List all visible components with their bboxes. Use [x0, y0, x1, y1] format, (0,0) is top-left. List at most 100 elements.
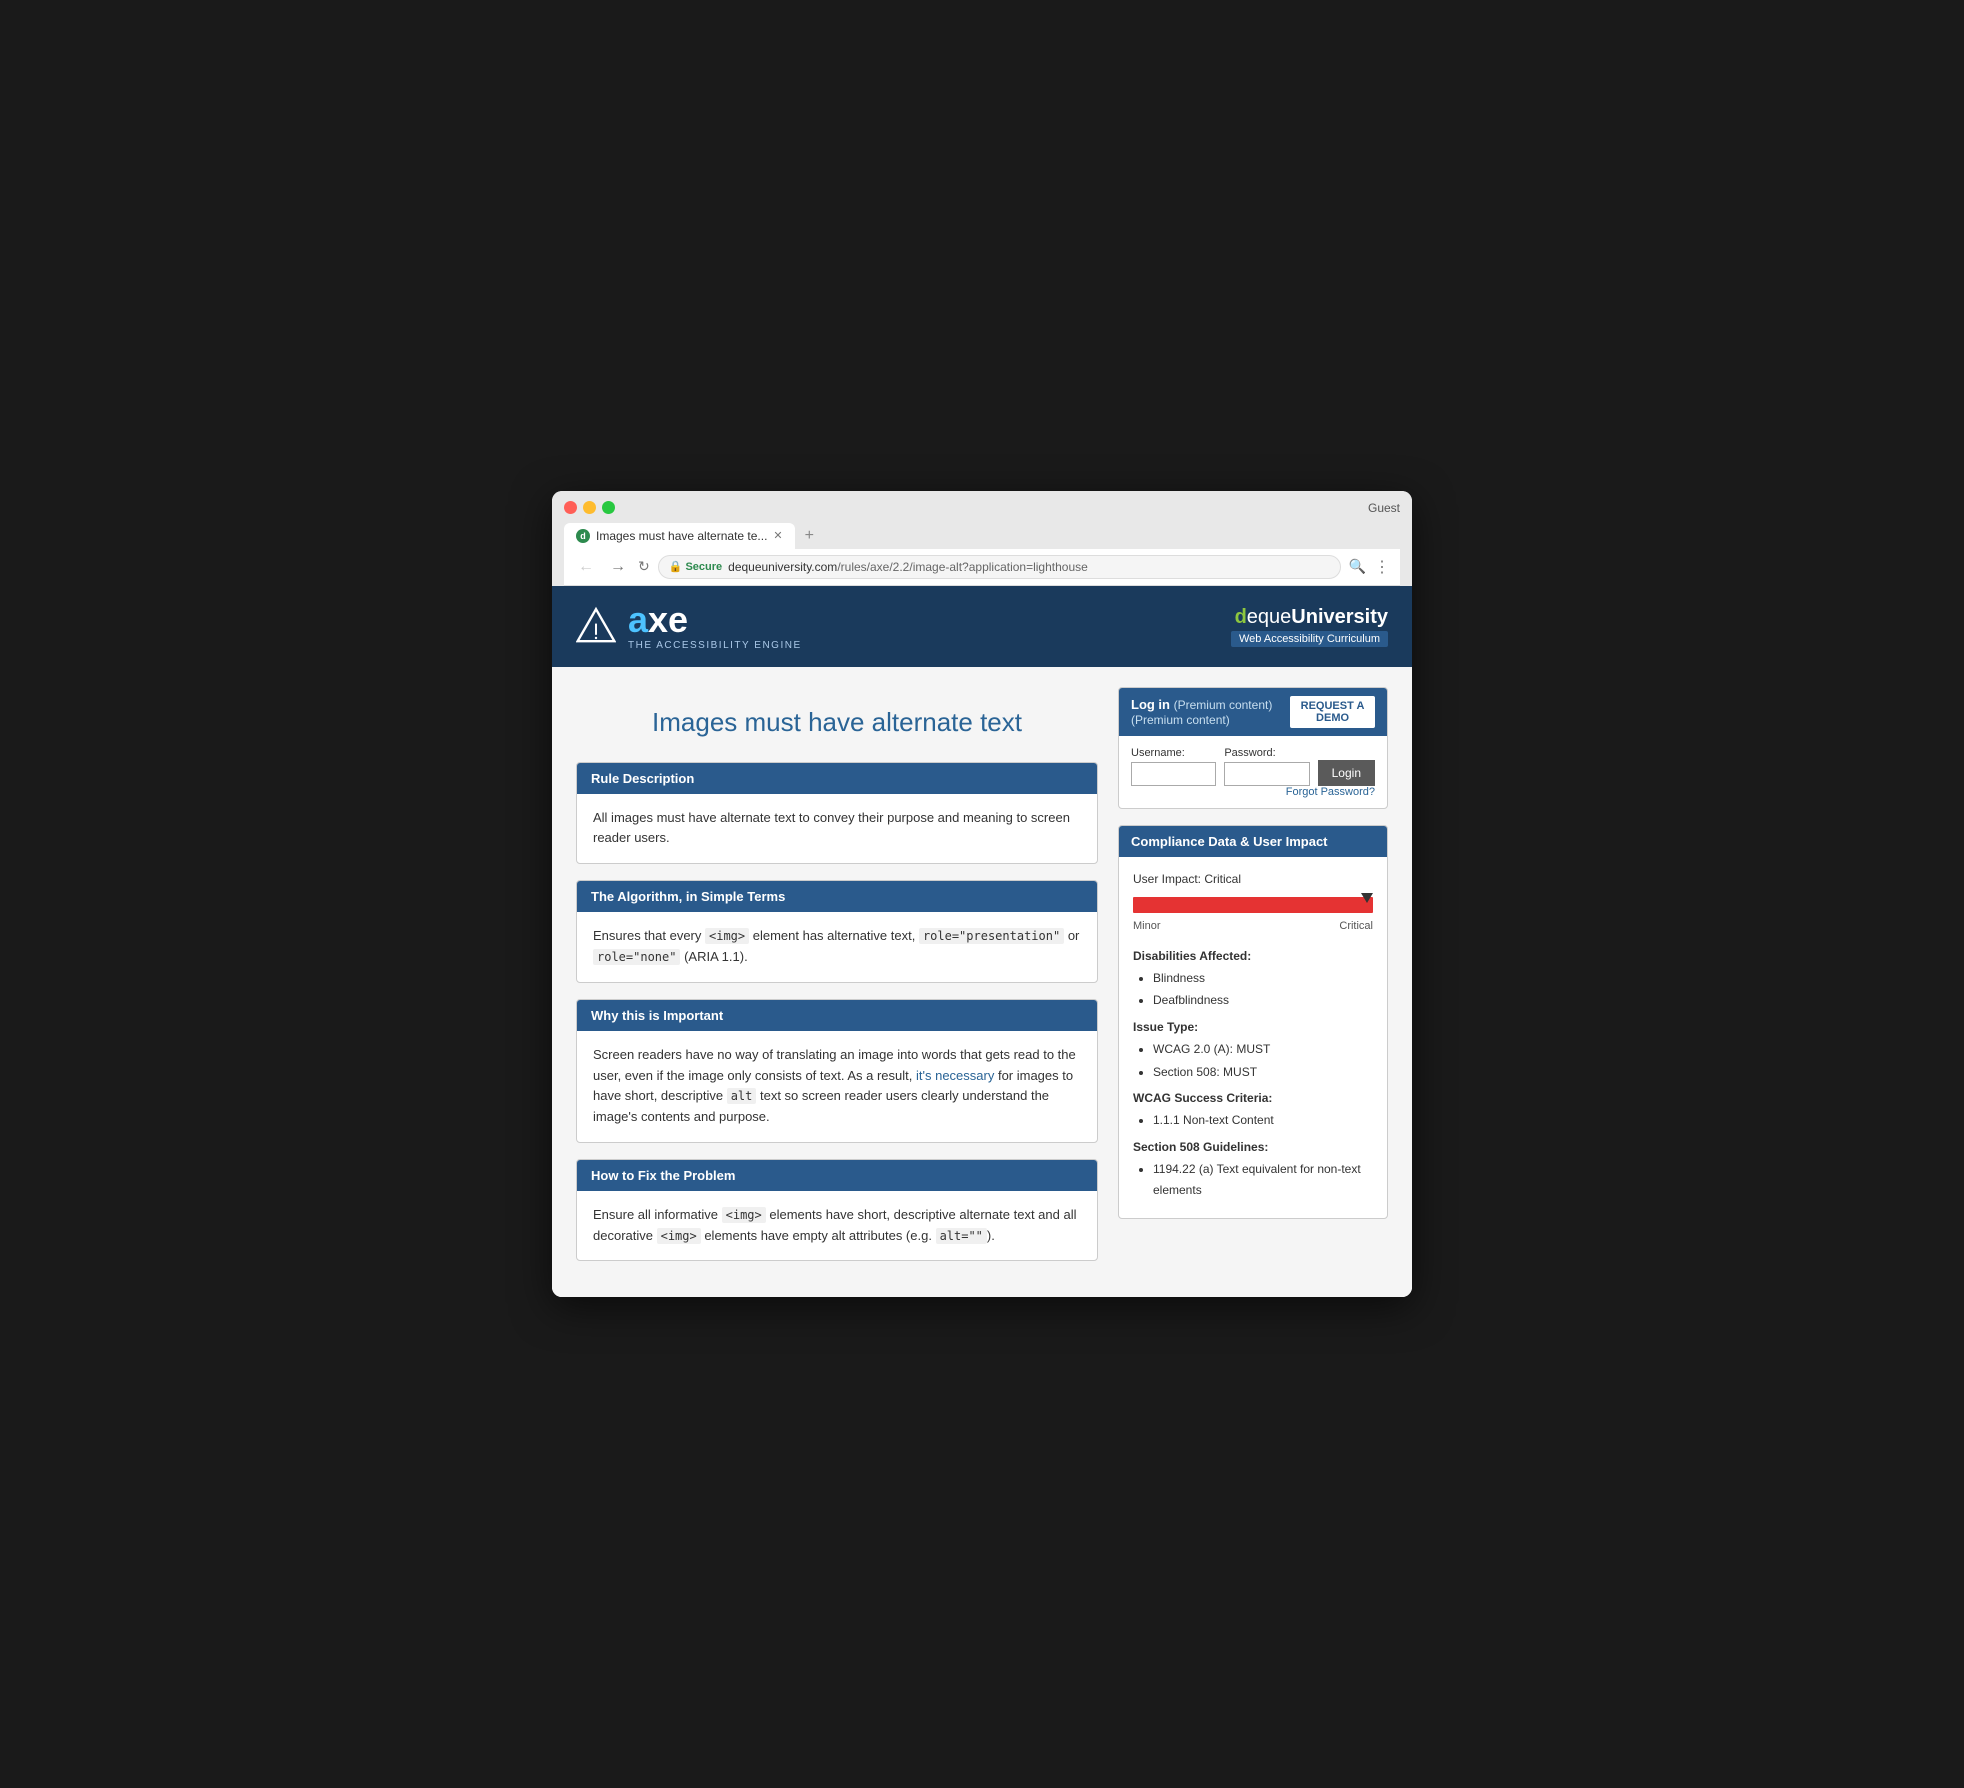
main-content: Images must have alternate text Rule Des…: [552, 667, 1412, 1298]
secure-badge: 🔒 Secure: [669, 560, 722, 573]
username-input[interactable]: [1131, 762, 1216, 786]
logo-text-group: axe THE ACCESSIBILITY ENGINE: [628, 602, 802, 651]
list-item: 1.1.1 Non-text Content: [1153, 1110, 1373, 1130]
tab-favicon-icon: d: [576, 529, 590, 543]
impact-bar: [1133, 897, 1373, 913]
tab-title: Images must have alternate te...: [596, 529, 767, 543]
tab-close-button[interactable]: ✕: [773, 529, 782, 542]
page-title: Images must have alternate text: [576, 707, 1098, 738]
why-important-header: Why this is Important: [577, 1000, 1097, 1031]
its-necessary-link[interactable]: it's necessary: [916, 1068, 994, 1083]
how-to-fix-section: How to Fix the Problem Ensure all inform…: [576, 1159, 1098, 1262]
algorithm-section: The Algorithm, in Simple Terms Ensures t…: [576, 880, 1098, 983]
window-buttons: [564, 501, 615, 514]
right-column: Log in (Premium content) (Premium conten…: [1118, 687, 1388, 1278]
login-form: Username: Password: Login: [1131, 746, 1375, 786]
logo-tagline: THE ACCESSIBILITY ENGINE: [628, 640, 802, 651]
secure-label: Secure: [685, 561, 722, 573]
login-panel: Log in (Premium content) (Premium conten…: [1118, 687, 1388, 809]
login-panel-header: Log in (Premium content) (Premium conten…: [1119, 688, 1387, 736]
url-path: /rules/axe/2.2/image-alt?application=lig…: [837, 560, 1088, 574]
password-field-group: Password:: [1224, 747, 1309, 786]
impact-minor-label: Minor: [1133, 917, 1161, 936]
active-tab[interactable]: d Images must have alternate te... ✕: [564, 523, 795, 549]
axe-triangle-logo: [576, 606, 616, 646]
list-item: Section 508: MUST: [1153, 1062, 1373, 1082]
browser-window: Guest d Images must have alternate te...…: [552, 491, 1412, 1298]
why-important-section: Why this is Important Screen readers hav…: [576, 999, 1098, 1143]
algorithm-body: Ensures that every <img> element has alt…: [577, 912, 1097, 982]
tab-bar: d Images must have alternate te... ✕ +: [564, 523, 1400, 549]
impact-labels: Minor Critical: [1133, 917, 1373, 936]
compliance-panel: Compliance Data & User Impact User Impac…: [1118, 825, 1388, 1219]
role-presentation-code: role="presentation": [919, 928, 1064, 944]
page-title-area: Images must have alternate text: [576, 687, 1098, 762]
img-code-2: <img>: [722, 1207, 766, 1223]
search-button[interactable]: 🔍: [1349, 558, 1366, 575]
disabilities-list: Blindness Deafblindness: [1133, 968, 1373, 1011]
rule-description-section: Rule Description All images must have al…: [576, 762, 1098, 865]
username-label: Username:: [1131, 747, 1216, 759]
list-item: Blindness: [1153, 968, 1373, 988]
login-button[interactable]: Login: [1318, 760, 1375, 786]
forward-button[interactable]: →: [606, 556, 630, 578]
impact-bar-container: [1133, 897, 1373, 913]
browser-chrome: Guest d Images must have alternate te...…: [552, 491, 1412, 586]
deque-university-word: University: [1291, 606, 1388, 628]
user-impact-label: User Impact: Critical: [1133, 869, 1373, 889]
rule-description-body: All images must have alternate text to c…: [577, 794, 1097, 864]
back-button[interactable]: ←: [574, 556, 598, 578]
guest-label: Guest: [1368, 501, 1400, 515]
page-content: axe THE ACCESSIBILITY ENGINE dequeUniver…: [552, 586, 1412, 1298]
why-important-body: Screen readers have no way of translatin…: [577, 1031, 1097, 1142]
img-code-3: <img>: [657, 1228, 701, 1244]
logo-xe-letters: xe: [648, 599, 688, 640]
section508-list: 1194.22 (a) Text equivalent for non-text…: [1133, 1159, 1373, 1200]
browser-menu-button[interactable]: ⋮: [1374, 557, 1390, 577]
issue-types-list: WCAG 2.0 (A): MUST Section 508: MUST: [1133, 1039, 1373, 1082]
how-to-fix-body: Ensure all informative <img> elements ha…: [577, 1191, 1097, 1261]
url-text: dequeuniversity.com/rules/axe/2.2/image-…: [728, 560, 1088, 574]
address-bar-row: ← → ↻ 🔒 Secure dequeuniversity.com/rules…: [564, 549, 1400, 586]
forgot-password-link[interactable]: Forgot Password?: [1286, 786, 1375, 798]
left-column: Images must have alternate text Rule Des…: [576, 687, 1098, 1278]
login-subtitle: (Premium content): [1174, 698, 1273, 712]
login-body: Username: Password: Login Forgot Passwor…: [1119, 736, 1387, 808]
compliance-body: User Impact: Critical Minor Critical Dis…: [1119, 857, 1387, 1218]
alt-code: alt: [727, 1088, 757, 1104]
login-header-text: Log in (Premium content) (Premium conten…: [1131, 697, 1290, 727]
how-to-fix-header: How to Fix the Problem: [577, 1160, 1097, 1191]
algorithm-header: The Algorithm, in Simple Terms: [577, 881, 1097, 912]
lock-icon: 🔒: [669, 560, 683, 573]
section508-title: Section 508 Guidelines:: [1133, 1137, 1373, 1157]
site-header: axe THE ACCESSIBILITY ENGINE dequeUniver…: [552, 586, 1412, 667]
disabilities-title: Disabilities Affected:: [1133, 946, 1373, 966]
alt-empty-code: alt="": [936, 1228, 987, 1244]
username-field-group: Username:: [1131, 747, 1216, 786]
password-input[interactable]: [1224, 762, 1309, 786]
logo-a-letter: a: [628, 599, 648, 640]
compliance-header: Compliance Data & User Impact: [1119, 826, 1387, 857]
close-window-button[interactable]: [564, 501, 577, 514]
browser-controls-row: Guest: [564, 501, 1400, 515]
wcag-title: WCAG Success Criteria:: [1133, 1088, 1373, 1108]
list-item: Deafblindness: [1153, 990, 1373, 1010]
refresh-button[interactable]: ↻: [638, 558, 650, 575]
request-demo-button[interactable]: REQUEST A DEMO: [1290, 696, 1375, 728]
list-item: WCAG 2.0 (A): MUST: [1153, 1039, 1373, 1059]
maximize-window-button[interactable]: [602, 501, 615, 514]
password-label: Password:: [1224, 747, 1309, 759]
axe-logo-text: axe: [628, 602, 802, 638]
deque-d-letter: d: [1235, 606, 1247, 628]
address-bar[interactable]: 🔒 Secure dequeuniversity.com/rules/axe/2…: [658, 555, 1341, 579]
img-code-1: <img>: [705, 928, 749, 944]
impact-critical-label: Critical: [1339, 917, 1373, 936]
list-item: 1194.22 (a) Text equivalent for non-text…: [1153, 1159, 1373, 1200]
wcag-list: 1.1.1 Non-text Content: [1133, 1110, 1373, 1130]
deque-logo-text: dequeUniversity: [1231, 606, 1388, 629]
impact-triangle-indicator: [1361, 893, 1373, 903]
rule-description-text: All images must have alternate text to c…: [593, 810, 1070, 846]
minimize-window-button[interactable]: [583, 501, 596, 514]
rule-description-header: Rule Description: [577, 763, 1097, 794]
new-tab-button[interactable]: +: [797, 523, 822, 549]
